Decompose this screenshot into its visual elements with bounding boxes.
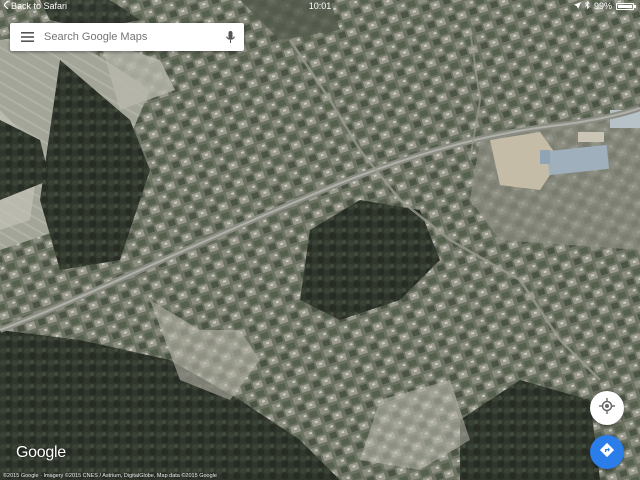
my-location-button[interactable]: [590, 391, 624, 425]
location-arrow-icon: [573, 0, 581, 13]
my-location-icon: [599, 397, 615, 419]
menu-icon[interactable]: [10, 23, 44, 51]
bluetooth-icon: [584, 0, 590, 13]
google-logo: Google: [16, 444, 66, 461]
status-right: 99%: [573, 0, 636, 13]
search-bar[interactable]: Search Google Maps: [10, 23, 244, 51]
clock: 10:01: [308, 1, 332, 11]
satellite-imagery: [0, 0, 640, 480]
directions-icon: [599, 442, 615, 463]
directions-button[interactable]: [590, 435, 624, 469]
map-attribution[interactable]: ©2015 Google · Imagery ©2015 CNES / Astr…: [3, 473, 217, 479]
battery-icon: [616, 3, 636, 10]
satellite-map[interactable]: [0, 0, 640, 480]
battery-percent: 99%: [593, 1, 612, 11]
status-bar: Back to Safari 10:01 99%: [0, 0, 640, 13]
search-input[interactable]: Search Google Maps: [44, 31, 216, 43]
mic-icon[interactable]: [216, 23, 244, 51]
